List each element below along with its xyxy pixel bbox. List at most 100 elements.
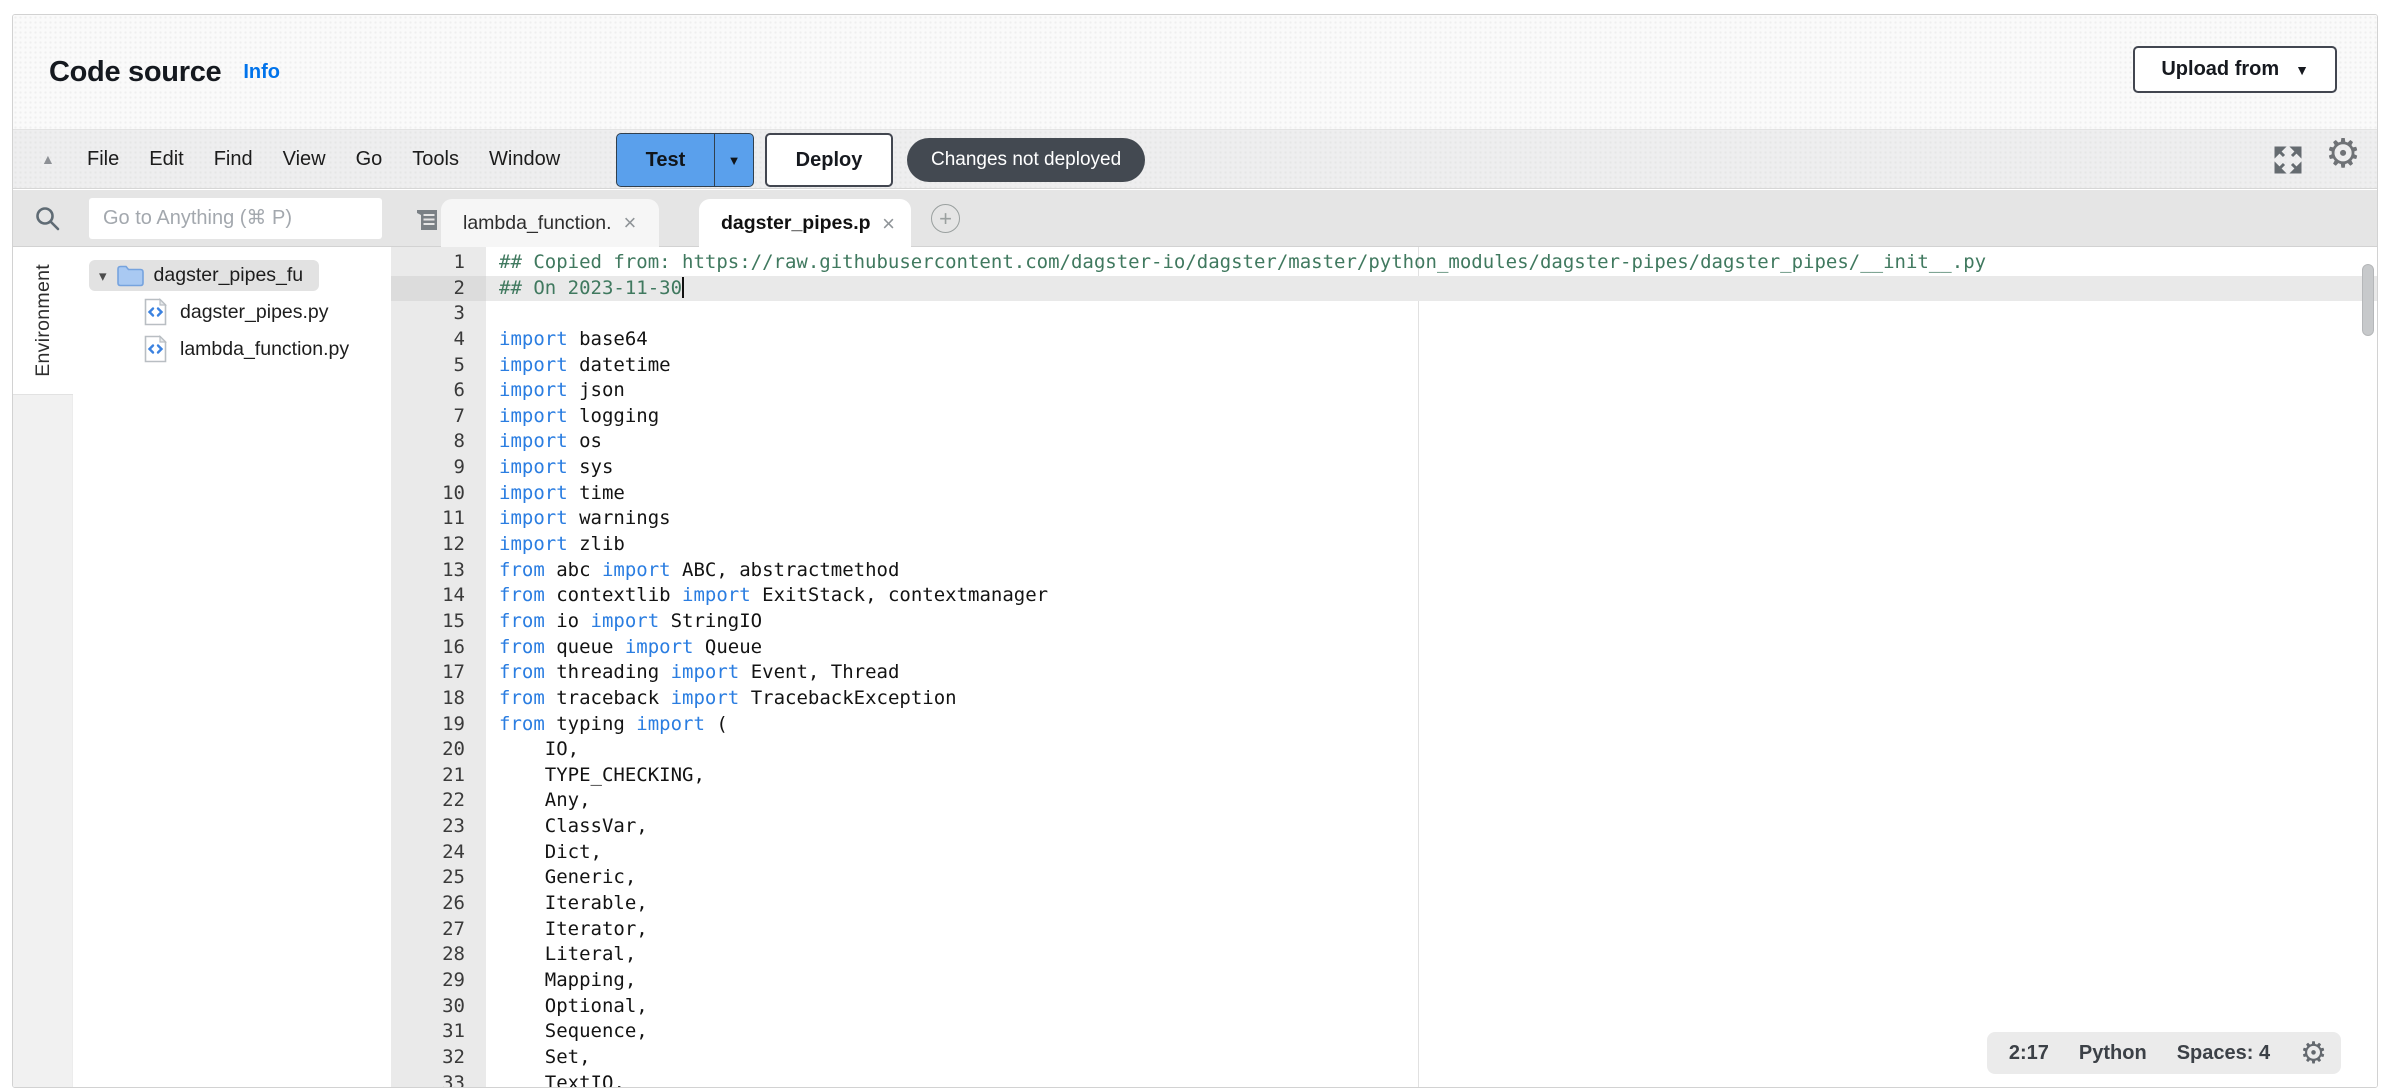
- tab-dagster-pipes[interactable]: dagster_pipes.py ×: [699, 199, 911, 248]
- code-source-panel: Code source Info Upload from ▼ ▲ File Ed…: [12, 14, 2378, 1088]
- folder-expand-caret-icon[interactable]: ▾: [99, 267, 107, 285]
- new-tab-plus-icon[interactable]: +: [931, 204, 960, 233]
- code-line[interactable]: Dict,: [486, 840, 2377, 866]
- tab-and-search-row: lambda_function. × dagster_pipes.py × +: [13, 190, 2377, 247]
- test-split-button: Test ▼: [616, 133, 754, 187]
- language-mode[interactable]: Python: [2079, 1042, 2147, 1065]
- line-number: 4: [391, 327, 486, 353]
- tree-file-dagster-pipes[interactable]: dagster_pipes.py: [74, 296, 374, 328]
- code-line[interactable]: ## Copied from: https://raw.githubuserco…: [486, 250, 2377, 276]
- menu-view[interactable]: View: [283, 148, 326, 171]
- code-line[interactable]: ClassVar,: [486, 814, 2377, 840]
- line-number: 15: [391, 609, 486, 635]
- code-line[interactable]: TYPE_CHECKING,: [486, 763, 2377, 789]
- go-to-anything-input[interactable]: [89, 198, 382, 239]
- code-line[interactable]: Any,: [486, 788, 2377, 814]
- line-number: 7: [391, 404, 486, 430]
- line-number: 16: [391, 635, 486, 661]
- test-dropdown-button[interactable]: ▼: [715, 134, 753, 186]
- info-link[interactable]: Info: [243, 61, 280, 84]
- menu-find[interactable]: Find: [214, 148, 253, 171]
- line-number: 14: [391, 583, 486, 609]
- code-line[interactable]: import logging: [486, 404, 2377, 430]
- code-line[interactable]: import time: [486, 481, 2377, 507]
- code-line[interactable]: [486, 301, 2377, 327]
- code-line[interactable]: Generic,: [486, 865, 2377, 891]
- fullscreen-icon[interactable]: [2273, 145, 2303, 175]
- line-number: 5: [391, 353, 486, 379]
- code-line[interactable]: Iterator,: [486, 917, 2377, 943]
- line-number: 6: [391, 378, 486, 404]
- test-button[interactable]: Test: [617, 134, 715, 186]
- line-number: 24: [391, 840, 486, 866]
- deploy-button[interactable]: Deploy: [765, 133, 893, 187]
- line-number: 2: [391, 276, 486, 302]
- close-icon[interactable]: ×: [624, 212, 637, 234]
- panel-header: Code source Info Upload from ▼: [13, 15, 2377, 129]
- text-cursor: [682, 277, 684, 298]
- line-number: 3: [391, 301, 486, 327]
- environment-label: Environment: [32, 264, 55, 377]
- code-line[interactable]: from typing import (: [486, 712, 2377, 738]
- menu-file[interactable]: File: [87, 148, 119, 171]
- code-line[interactable]: from queue import Queue: [486, 635, 2377, 661]
- code-line[interactable]: import zlib: [486, 532, 2377, 558]
- menu-window[interactable]: Window: [489, 148, 560, 171]
- open-files-list-icon[interactable]: [413, 204, 443, 234]
- folder-name: dagster_pipes_funct: [154, 264, 304, 287]
- code-editor[interactable]: 1234567891011121314151617181920212223242…: [391, 247, 2377, 1087]
- python-file-icon: [144, 335, 167, 363]
- menu-list: File Edit Find View Go Tools Window: [87, 130, 560, 188]
- code-line[interactable]: Literal,: [486, 942, 2377, 968]
- upload-from-button[interactable]: Upload from ▼: [2133, 46, 2337, 93]
- menu-go[interactable]: Go: [356, 148, 383, 171]
- close-icon[interactable]: ×: [882, 213, 895, 235]
- code-line[interactable]: import json: [486, 378, 2377, 404]
- code-line[interactable]: IO,: [486, 737, 2377, 763]
- tree-folder-row[interactable]: ▾ dagster_pipes_funct: [89, 260, 319, 291]
- chevron-down-icon: ▼: [728, 153, 741, 168]
- status-settings-gear-icon[interactable]: ⚙: [2300, 1036, 2327, 1071]
- line-number: 18: [391, 686, 486, 712]
- tree-file-lambda-function[interactable]: lambda_function.py: [74, 333, 374, 365]
- line-number: 10: [391, 481, 486, 507]
- menu-tools[interactable]: Tools: [412, 148, 459, 171]
- code-line[interactable]: Mapping,: [486, 968, 2377, 994]
- tab-label: dagster_pipes.py: [721, 212, 870, 235]
- collapse-panel-icon[interactable]: ▲: [41, 151, 55, 167]
- editor-menubar: ▲ File Edit Find View Go Tools Window Te…: [13, 129, 2377, 189]
- line-number: 8: [391, 429, 486, 455]
- vertical-scrollbar-thumb[interactable]: [2362, 264, 2374, 336]
- code-line[interactable]: import warnings: [486, 506, 2377, 532]
- tab-label: lambda_function.: [463, 212, 612, 235]
- code-line[interactable]: from contextlib import ExitStack, contex…: [486, 583, 2377, 609]
- code-line[interactable]: Iterable,: [486, 891, 2377, 917]
- line-number: 21: [391, 763, 486, 789]
- file-tree: ▾ dagster_pipes_funct ⚙ ▾: [74, 247, 391, 1087]
- line-number: 22: [391, 788, 486, 814]
- code-line[interactable]: from io import StringIO: [486, 609, 2377, 635]
- code-line[interactable]: ## On 2023-11-30: [486, 276, 2377, 302]
- line-number: 30: [391, 994, 486, 1020]
- environment-tab[interactable]: Environment: [13, 247, 73, 395]
- environment-strip: Environment: [13, 247, 73, 1087]
- code-line[interactable]: import os: [486, 429, 2377, 455]
- menu-edit[interactable]: Edit: [149, 148, 183, 171]
- file-name: dagster_pipes.py: [180, 301, 329, 324]
- spaces-setting[interactable]: Spaces: 4: [2177, 1042, 2270, 1065]
- tab-lambda-function[interactable]: lambda_function. ×: [441, 199, 659, 247]
- page-title: Code source: [49, 56, 221, 89]
- code-line[interactable]: import datetime: [486, 353, 2377, 379]
- code-line[interactable]: from abc import ABC, abstractmethod: [486, 558, 2377, 584]
- code-line[interactable]: Optional,: [486, 994, 2377, 1020]
- cursor-position[interactable]: 2:17: [2009, 1042, 2049, 1065]
- code-line[interactable]: import sys: [486, 455, 2377, 481]
- code-line[interactable]: from threading import Event, Thread: [486, 660, 2377, 686]
- editor-settings-gear-icon[interactable]: ⚙: [2325, 131, 2361, 177]
- lambda-code-editor-page: Code source Info Upload from ▼ ▲ File Ed…: [0, 0, 2390, 1090]
- code-line[interactable]: import base64: [486, 327, 2377, 353]
- code-line[interactable]: from traceback import TracebackException: [486, 686, 2377, 712]
- python-file-icon: [144, 298, 167, 326]
- line-number: 26: [391, 891, 486, 917]
- main-content: Environment ▾ dagster_pipes_funct ⚙ ▾: [13, 247, 2377, 1087]
